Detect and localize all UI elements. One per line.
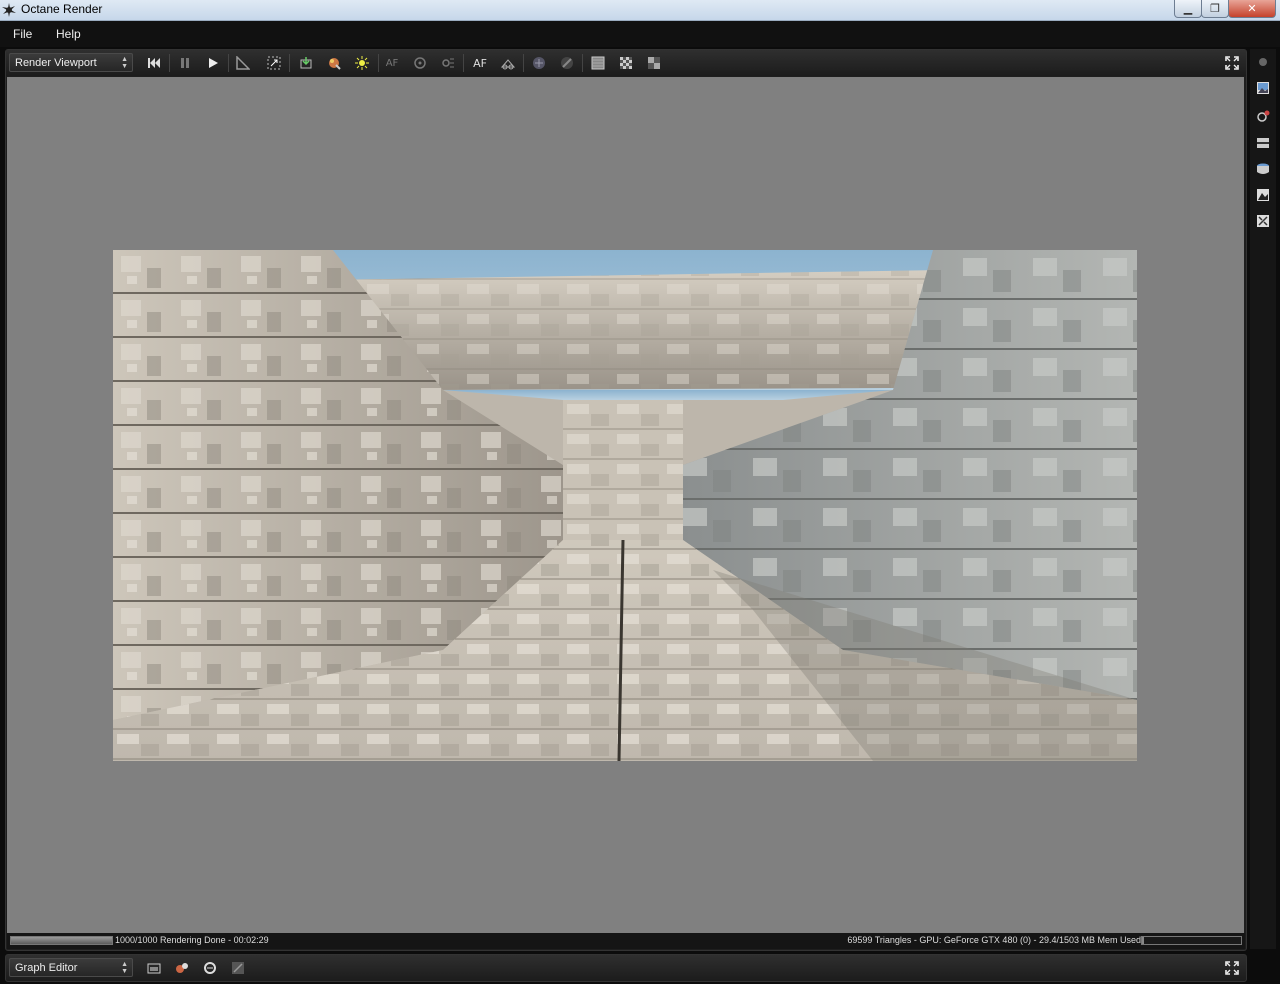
zoom-fit-button[interactable] bbox=[265, 54, 283, 72]
dock-imager-button[interactable] bbox=[1255, 187, 1271, 203]
white-balance-button[interactable] bbox=[411, 54, 429, 72]
toolbar-separator bbox=[523, 54, 524, 72]
recenter-icon bbox=[236, 56, 250, 70]
render-progress-bar bbox=[10, 936, 113, 945]
menu-bar: File Help bbox=[0, 21, 1280, 47]
postprocess-icon bbox=[1257, 215, 1269, 227]
close-button[interactable]: ✕ bbox=[1228, 0, 1276, 18]
title-bar: Octane Render ▁ ❐ ✕ bbox=[0, 0, 1280, 21]
export-icon bbox=[300, 57, 312, 69]
dock-postprocess-button[interactable] bbox=[1255, 213, 1271, 229]
graph-mode-dropdown[interactable]: Graph Editor ▲ ▼ bbox=[9, 958, 133, 977]
toolbar-separator bbox=[228, 54, 229, 72]
lock-resolution-icon bbox=[533, 57, 545, 69]
viewport-mode-dropdown[interactable]: Render Viewport ▲ ▼ bbox=[9, 53, 133, 72]
autofocus-icon: AF bbox=[473, 56, 487, 70]
memory-usage-fill bbox=[1142, 937, 1144, 944]
dock-render-button[interactable] bbox=[1255, 80, 1271, 96]
camera-icon bbox=[501, 59, 515, 70]
octane-logo-icon bbox=[2, 3, 16, 17]
maximize-button[interactable]: ❐ bbox=[1201, 0, 1229, 18]
maximize-panel-icon[interactable] bbox=[1224, 55, 1240, 71]
restart-icon bbox=[148, 58, 160, 68]
white-balance-icon bbox=[414, 57, 426, 69]
memory-usage-bar bbox=[1141, 936, 1242, 945]
maximize-graph-icon[interactable] bbox=[1224, 960, 1240, 976]
material-picker-button[interactable] bbox=[325, 54, 343, 72]
autofocus-picker-button[interactable]: AF bbox=[383, 54, 401, 72]
minimize-button[interactable]: ▁ bbox=[1174, 0, 1202, 18]
render-status-text: 1000/1000 Rendering Done - 00:02:29 bbox=[115, 935, 269, 945]
mesh-icon bbox=[1257, 163, 1269, 174]
kernel-icon bbox=[1257, 138, 1269, 148]
focus-picker-button[interactable] bbox=[439, 54, 457, 72]
light-picker-icon bbox=[355, 56, 369, 70]
menu-file[interactable]: File bbox=[13, 27, 32, 41]
render-viewport[interactable] bbox=[7, 77, 1244, 933]
dot-icon bbox=[1259, 58, 1267, 66]
dropdown-arrows-icon: ▲ ▼ bbox=[121, 56, 128, 70]
pause-button[interactable] bbox=[176, 54, 194, 72]
graph-material-button[interactable] bbox=[173, 959, 191, 977]
minimize-icon: ▁ bbox=[1183, 2, 1193, 15]
render-image[interactable] bbox=[113, 250, 1137, 761]
texture-icon bbox=[204, 962, 216, 974]
clay-mode-icon bbox=[591, 56, 605, 70]
node-icon bbox=[232, 962, 244, 974]
export-button[interactable] bbox=[297, 54, 315, 72]
toolbar-separator bbox=[463, 54, 464, 72]
play-icon bbox=[209, 58, 218, 68]
status-bar: 1000/1000 Rendering Done - 00:02:29 6959… bbox=[7, 933, 1245, 949]
material-icon bbox=[176, 963, 188, 973]
viewport-toolbar: Render Viewport ▲ ▼ AF AF bbox=[6, 50, 1246, 76]
render-image-graphic bbox=[113, 250, 1137, 761]
close-icon: ✕ bbox=[1247, 2, 1257, 15]
region-button[interactable] bbox=[558, 54, 576, 72]
viewport-mode-label: Render Viewport bbox=[15, 57, 97, 69]
autofocus-button[interactable]: AF bbox=[471, 54, 489, 72]
folder-icon bbox=[147, 963, 161, 974]
dock-camera-button[interactable] bbox=[1255, 108, 1271, 124]
subsample-button[interactable] bbox=[617, 54, 635, 72]
alpha-icon bbox=[648, 57, 660, 69]
graph-editor-toolbar: Graph Editor ▲ ▼ bbox=[5, 954, 1247, 982]
toolbar-separator bbox=[582, 54, 583, 72]
autofocus-picker-icon: AF bbox=[385, 57, 399, 69]
graph-mode-label: Graph Editor bbox=[15, 962, 78, 974]
focus-picker-icon bbox=[442, 58, 454, 68]
region-icon bbox=[561, 57, 573, 69]
pause-icon bbox=[181, 58, 189, 68]
camera-button[interactable] bbox=[499, 54, 517, 72]
image-icon bbox=[1257, 82, 1269, 94]
toolbar-separator bbox=[289, 54, 290, 72]
lock-resolution-button[interactable] bbox=[530, 54, 548, 72]
zoom-fit-icon bbox=[267, 56, 281, 70]
alpha-button[interactable] bbox=[645, 54, 663, 72]
toolbar-separator bbox=[169, 54, 170, 72]
subsample-icon bbox=[620, 57, 632, 69]
render-viewport-panel: Render Viewport ▲ ▼ AF AF 1000/1000 Rend… bbox=[5, 49, 1247, 951]
side-dock bbox=[1250, 49, 1276, 949]
dropdown-arrows-icon: ▲ ▼ bbox=[121, 961, 128, 975]
play-button[interactable] bbox=[204, 54, 222, 72]
camera-settings-icon bbox=[1257, 110, 1270, 122]
gpu-status-text: 69599 Triangles - GPU: GeForce GTX 480 (… bbox=[847, 935, 1141, 945]
dock-kernel-button[interactable] bbox=[1255, 135, 1271, 151]
graph-node-button[interactable] bbox=[229, 959, 247, 977]
clay-mode-button[interactable] bbox=[589, 54, 607, 72]
graph-texture-button[interactable] bbox=[201, 959, 219, 977]
imager-icon bbox=[1257, 189, 1269, 201]
graph-open-button[interactable] bbox=[145, 959, 163, 977]
light-picker-button[interactable] bbox=[353, 54, 371, 72]
dock-mesh-button[interactable] bbox=[1255, 161, 1271, 177]
restart-button[interactable] bbox=[145, 54, 163, 72]
recenter-button[interactable] bbox=[234, 54, 252, 72]
material-picker-icon bbox=[329, 58, 341, 70]
dock-toggle-button[interactable] bbox=[1255, 54, 1271, 70]
window-title: Octane Render bbox=[21, 2, 103, 16]
menu-help[interactable]: Help bbox=[56, 27, 81, 41]
maximize-icon: ❐ bbox=[1210, 2, 1220, 15]
toolbar-separator bbox=[378, 54, 379, 72]
